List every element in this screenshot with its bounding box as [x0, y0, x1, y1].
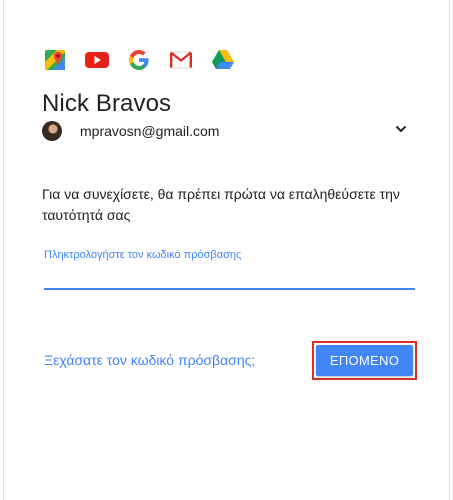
sign-in-card: Nick Bravos mpravosn@gmail.com Για να συ… — [3, 0, 450, 500]
verify-identity-text: Για να συνεχίσετε, θα πρέπει πρώτα να επ… — [42, 186, 400, 223]
google-icon — [126, 47, 152, 73]
next-button[interactable]: ΕΠΟΜΕΝΟ — [316, 345, 413, 376]
gmail-icon — [168, 47, 194, 73]
account-chip[interactable]: mpravosn@gmail.com — [42, 120, 414, 142]
account-email: mpravosn@gmail.com — [80, 123, 220, 139]
google-maps-icon — [42, 47, 68, 73]
forgot-password-link[interactable]: Ξεχάσατε τον κωδικό πρόσβασης; — [44, 352, 255, 368]
chevron-down-icon[interactable] — [394, 122, 408, 136]
password-label: Πληκτρολογήστε τον κωδικό πρόσβασης — [44, 249, 242, 261]
google-apps-row — [42, 47, 252, 73]
avatar — [42, 121, 62, 141]
password-input[interactable] — [44, 262, 415, 290]
youtube-icon — [84, 47, 110, 73]
google-drive-icon — [210, 47, 236, 73]
account-name: Nick Bravos — [42, 90, 172, 117]
